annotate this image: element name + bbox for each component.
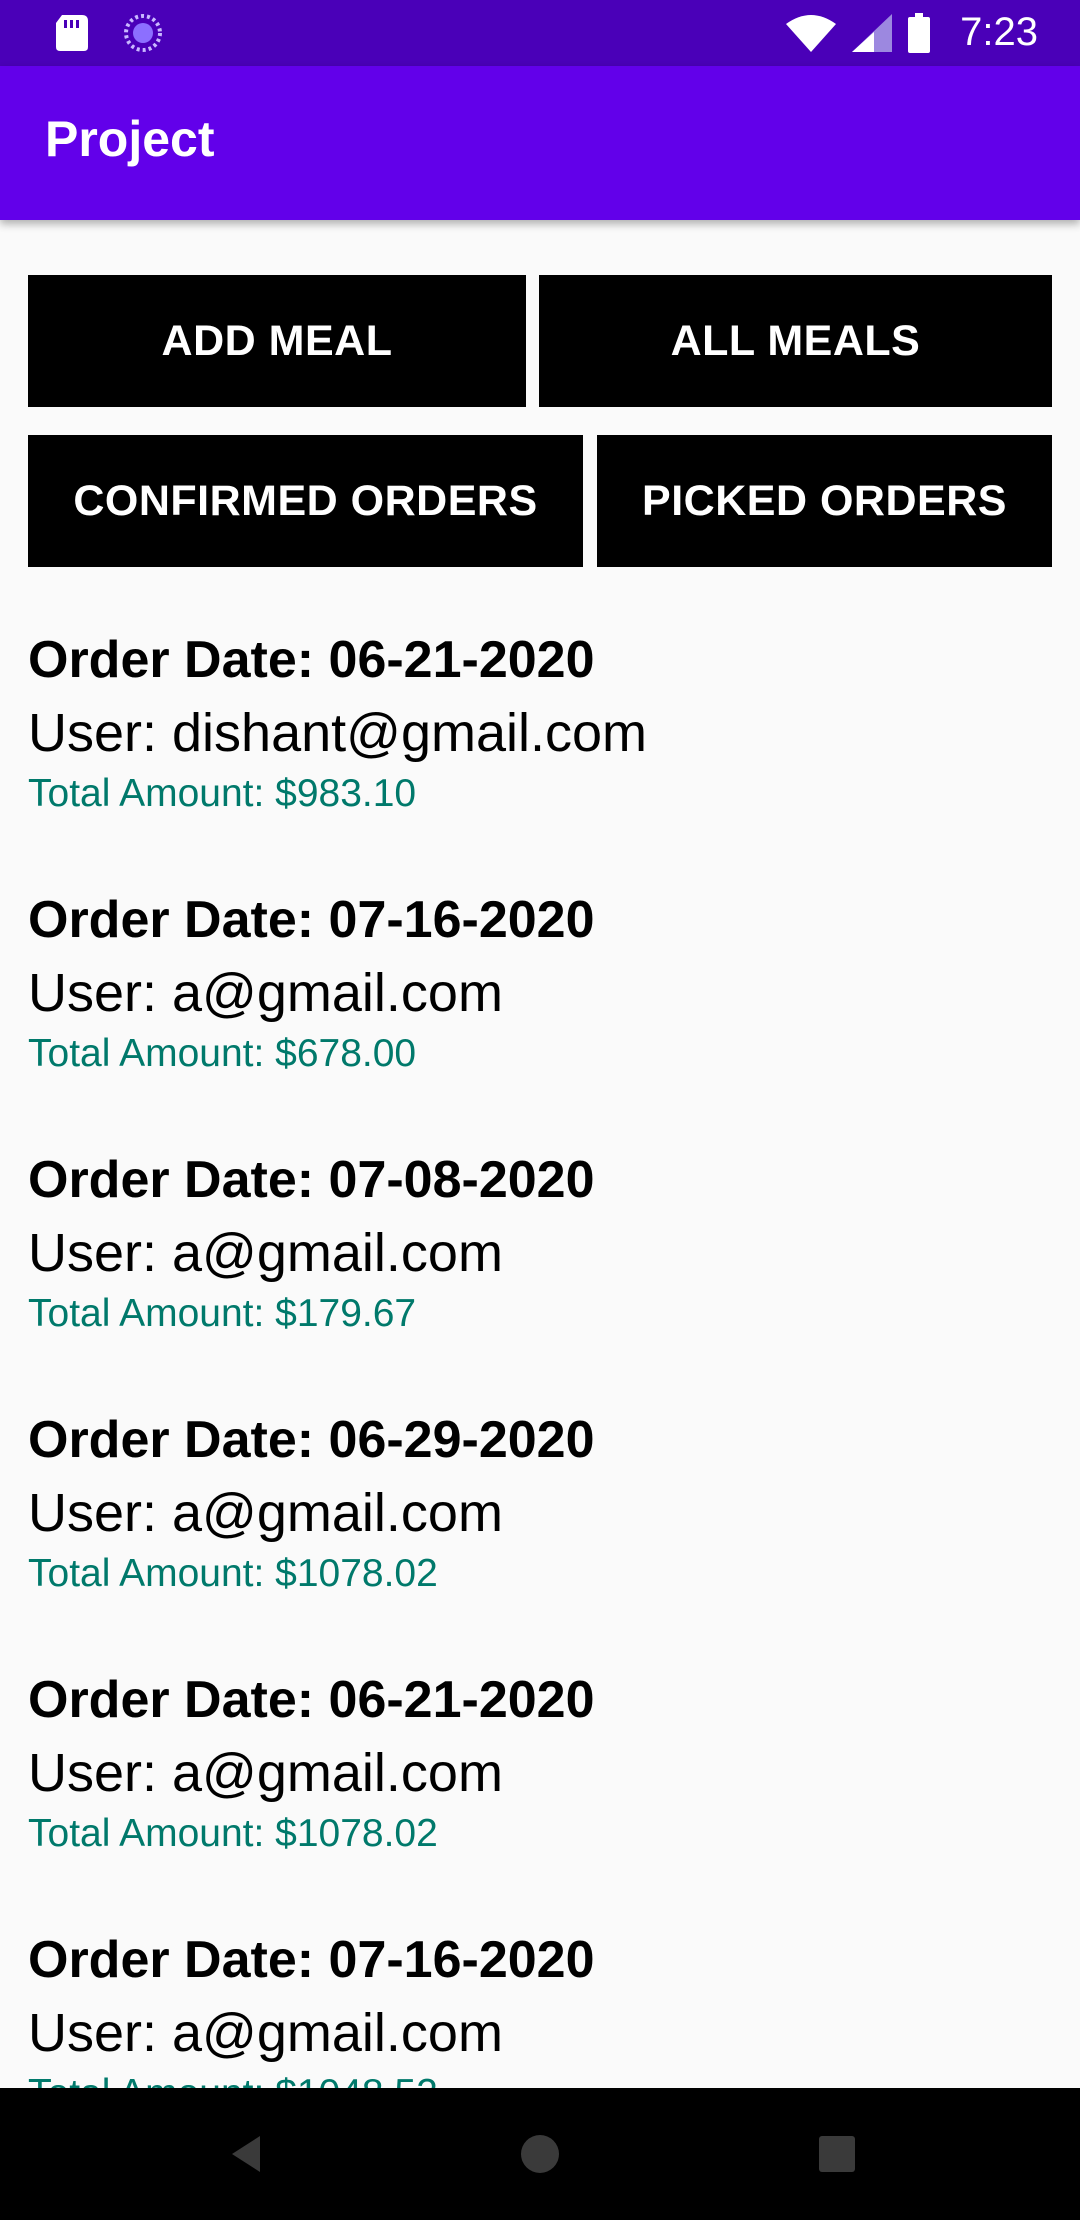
order-list-item[interactable]: Order Date: 06-21-2020 User: a@gmail.com… (28, 1660, 1052, 1920)
order-user: User: a@gmail.com (28, 963, 503, 1023)
all-meals-button[interactable]: ALL MEALS (539, 275, 1052, 407)
order-list-item[interactable]: Order Date: 07-16-2020 User: a@gmail.com… (28, 880, 1052, 1140)
order-total: Total Amount: $678.00 (28, 1032, 417, 1075)
order-user: User: a@gmail.com (28, 1223, 503, 1283)
order-total: Total Amount: $1048.52 (28, 2072, 438, 2088)
back-icon[interactable] (222, 2128, 274, 2180)
sync-icon (124, 14, 162, 52)
signal-icon (852, 13, 893, 52)
main-content: ADD MEAL ALL MEALS CONFIRMED ORDERS PICK… (0, 220, 1080, 2088)
battery-icon (908, 12, 931, 53)
order-user: User: a@gmail.com (28, 1483, 503, 1543)
picked-orders-button[interactable]: PICKED ORDERS (597, 435, 1052, 567)
sd-card-icon (56, 15, 88, 51)
order-list-item[interactable]: Order Date: 06-21-2020 User: dishant@gma… (28, 620, 1052, 880)
order-total: Total Amount: $179.67 (28, 1292, 417, 1335)
order-list: Order Date: 06-21-2020 User: dishant@gma… (28, 620, 1052, 2088)
status-bar: 7:23 (0, 0, 1080, 66)
order-date: Order Date: 06-29-2020 (28, 1411, 595, 1469)
order-list-item[interactable]: Order Date: 07-08-2020 User: a@gmail.com… (28, 1140, 1052, 1400)
app-bar: Project (0, 66, 1080, 220)
order-date: Order Date: 06-21-2020 (28, 1671, 595, 1729)
order-date: Order Date: 07-08-2020 (28, 1151, 595, 1209)
navigation-bar (0, 2088, 1080, 2220)
order-total: Total Amount: $983.10 (28, 772, 417, 815)
order-user: User: a@gmail.com (28, 1743, 503, 1803)
page-title: Project (45, 111, 215, 167)
confirmed-orders-button[interactable]: CONFIRMED ORDERS (28, 435, 583, 567)
order-total: Total Amount: $1078.02 (28, 1812, 438, 1855)
order-list-item[interactable]: Order Date: 07-16-2020 User: a@gmail.com… (28, 1920, 1052, 2088)
order-user: User: dishant@gmail.com (28, 703, 648, 763)
order-date: Order Date: 07-16-2020 (28, 891, 595, 949)
status-clock: 7:23 (960, 10, 1038, 54)
add-meal-button[interactable]: ADD MEAL (28, 275, 526, 407)
recents-icon[interactable] (811, 2128, 863, 2180)
order-user: User: a@gmail.com (28, 2003, 503, 2063)
order-total: Total Amount: $1078.02 (28, 1552, 438, 1595)
order-date: Order Date: 06-21-2020 (28, 631, 595, 689)
home-icon[interactable] (514, 2128, 566, 2180)
wifi-icon (786, 14, 837, 52)
order-date: Order Date: 07-16-2020 (28, 1931, 595, 1989)
order-list-item[interactable]: Order Date: 06-29-2020 User: a@gmail.com… (28, 1400, 1052, 1660)
